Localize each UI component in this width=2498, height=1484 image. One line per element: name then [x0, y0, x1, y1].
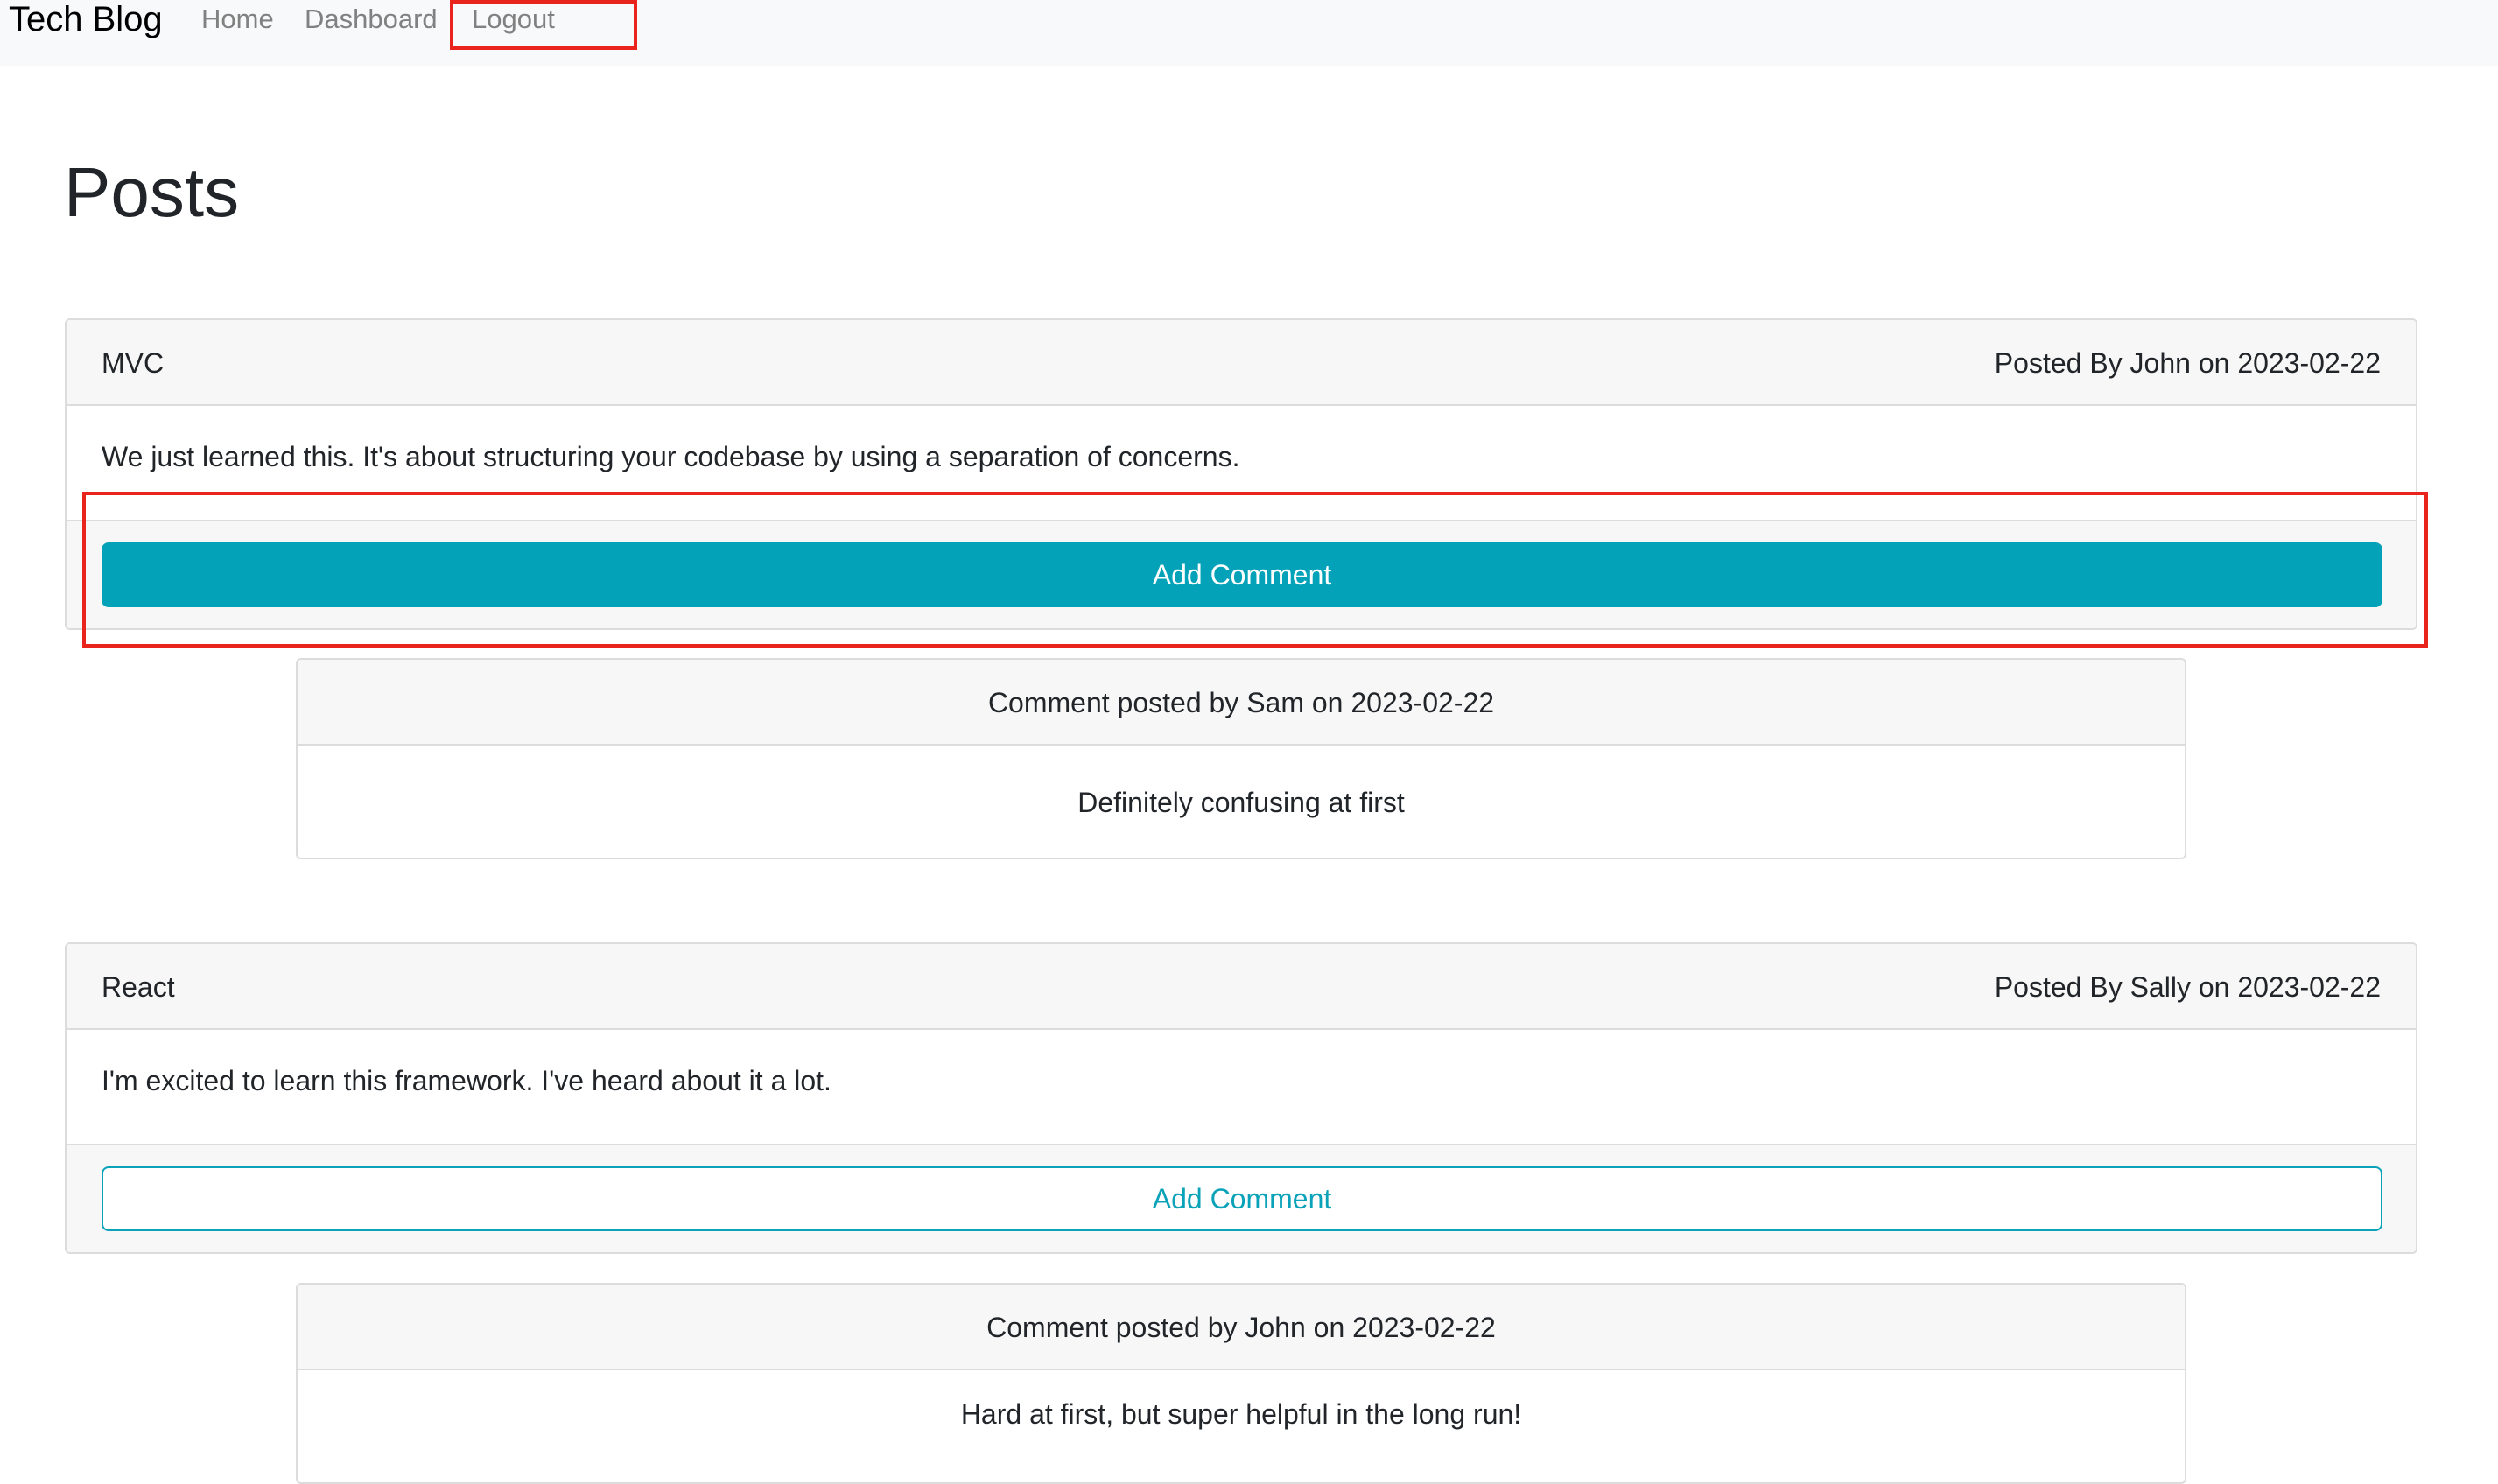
logout-highlight-box	[450, 0, 637, 50]
nav-link-dashboard[interactable]: Dashboard	[305, 2, 438, 37]
post-header: MVC Posted By John on 2023-02-22	[67, 320, 2416, 406]
post-footer: Add Comment	[67, 1144, 2416, 1252]
post-body: I'm excited to learn this framework. I'v…	[67, 1030, 2416, 1144]
add-comment-highlight-box	[82, 492, 2428, 648]
add-comment-button[interactable]: Add Comment	[102, 1166, 2382, 1231]
post-title: MVC	[102, 347, 165, 379]
top-navbar: Tech Blog Home Dashboard Logout	[0, 0, 2498, 66]
comment-header: Comment posted by John on 2023-02-22	[298, 1284, 2185, 1370]
comment-card: Comment posted by John on 2023-02-22 Har…	[296, 1283, 2186, 1484]
brand-link[interactable]: Tech Blog	[9, 0, 163, 38]
page-title: Posts	[64, 153, 240, 231]
post-content: I'm excited to learn this framework. I'v…	[102, 1065, 831, 1096]
comment-text: Definitely confusing at first	[1077, 787, 1405, 818]
post-content: We just learned this. It's about structu…	[102, 441, 1240, 472]
comment-header: Comment posted by Sam on 2023-02-22	[298, 660, 2185, 746]
post-meta: Posted By John on 2023-02-22	[1994, 347, 2381, 379]
post-card: React Posted By Sally on 2023-02-22 I'm …	[65, 942, 2417, 1254]
post-title: React	[102, 971, 175, 1003]
comment-card: Comment posted by Sam on 2023-02-22 Defi…	[296, 658, 2186, 859]
post-meta: Posted By Sally on 2023-02-22	[1994, 971, 2381, 1003]
nav-link-home[interactable]: Home	[201, 2, 274, 37]
post-header: React Posted By Sally on 2023-02-22	[67, 944, 2416, 1030]
comment-text: Hard at first, but super helpful in the …	[960, 1398, 1522, 1430]
